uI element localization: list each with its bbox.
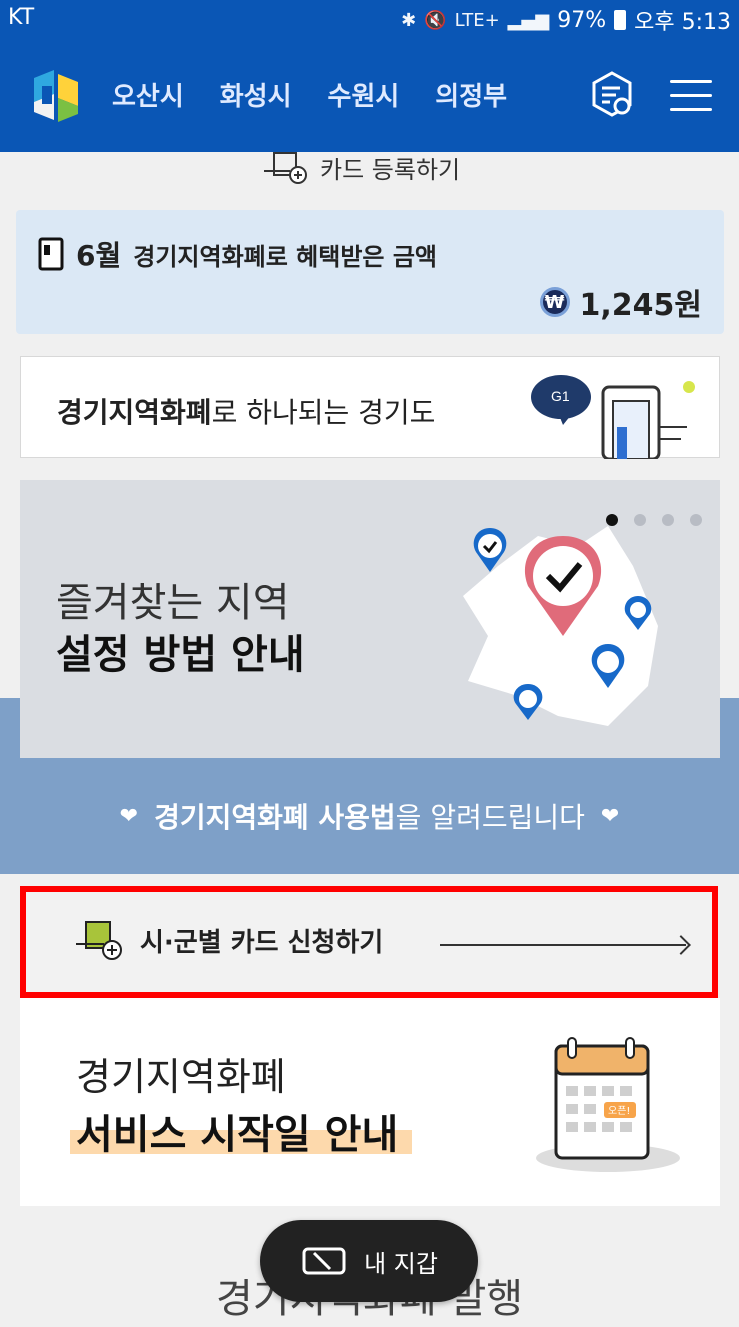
- promo-banner-text: 경기지역화폐로 하나되는 경기도: [57, 391, 435, 431]
- benefit-summary-card[interactable]: 6월 경기지역화폐로 혜택받은 금액 ₩ 1,245원: [16, 210, 724, 334]
- svg-text:G1: G1: [551, 388, 570, 404]
- my-wallet-button[interactable]: 내 지갑: [260, 1220, 478, 1302]
- benefit-month: 6월: [76, 239, 122, 272]
- calendar-icon: 오픈!: [536, 1037, 680, 1172]
- card-add-icon: [264, 151, 307, 184]
- region-nav: 오산시 화성시 수원시 의정부: [112, 76, 507, 113]
- battery-icon: [614, 10, 627, 30]
- bluetooth-icon: ✱: [401, 9, 417, 31]
- heart-icon: ❤: [119, 803, 139, 829]
- nav-item-uijeongbu[interactable]: 의정부: [435, 76, 507, 113]
- carousel-line1: 즐겨찾는 지역: [56, 580, 290, 626]
- calendar-open-badge: 오픈!: [608, 1105, 630, 1117]
- register-card-link[interactable]: 카드 등록하기: [262, 150, 460, 185]
- arrow-right-icon: [440, 944, 686, 946]
- heart-icon: ❤: [600, 803, 620, 829]
- signal-icon: ▂▄▆: [507, 9, 550, 31]
- won-icon: ₩: [539, 287, 570, 317]
- apply-card-label: 시·군별 카드 신청하기: [140, 927, 384, 958]
- benefit-title: 경기지역화폐로 혜택받은 금액: [133, 242, 438, 271]
- carousel-dot[interactable]: [690, 514, 702, 526]
- status-bar: KT ✱ 🔇 LTE+ ▂▄▆ 97% 오후 5:13: [0, 0, 739, 36]
- status-icons: ✱ 🔇 LTE+ ▂▄▆ 97% 오후 5:13: [401, 4, 731, 36]
- apply-card-button[interactable]: 시·군별 카드 신청하기: [20, 886, 718, 998]
- carousel-line2: 설정 방법 안내: [56, 632, 305, 678]
- usage-guide-text: 경기지역화폐 사용법을 알려드립니다: [154, 796, 585, 836]
- card-apply-icon: [76, 921, 122, 960]
- map-pin-illustration: [463, 526, 658, 726]
- clock: 오후 5:13: [634, 10, 731, 35]
- app-header: 오산시 화성시 수원시 의정부: [0, 36, 739, 152]
- usage-guide-link[interactable]: ❤ 경기지역화폐 사용법을 알려드립니다 ❤: [0, 796, 739, 836]
- promo-banner-bold: 경기지역화폐: [57, 396, 212, 429]
- phone-icon: [38, 237, 64, 271]
- my-wallet-label: 내 지갑: [364, 1249, 438, 1278]
- register-card-label: 카드 등록하기: [320, 156, 461, 184]
- service-line2: 서비스 시작일 안내: [76, 1112, 399, 1158]
- nav-item-suwon[interactable]: 수원시: [328, 76, 400, 113]
- hamburger-menu-icon[interactable]: [670, 80, 712, 112]
- mute-icon: 🔇: [424, 9, 447, 31]
- carrier-label: KT: [8, 5, 35, 30]
- nav-item-hwaseong[interactable]: 화성시: [220, 76, 292, 113]
- wallet-icon: [302, 1247, 346, 1275]
- nav-item-osan[interactable]: 오산시: [112, 76, 184, 113]
- settings-list-icon[interactable]: [588, 70, 636, 118]
- promo-banner[interactable]: 경기지역화폐로 하나되는 경기도 G1: [20, 356, 720, 459]
- app-logo[interactable]: [28, 68, 84, 124]
- guide-carousel[interactable]: 즐겨찾는 지역 설정 방법 안내: [20, 480, 720, 758]
- service-start-banner[interactable]: 경기지역화폐 서비스 시작일 안내 오픈!: [20, 998, 720, 1206]
- benefit-amount: 1,245원: [579, 288, 703, 323]
- service-line1: 경기지역화폐: [76, 1055, 286, 1099]
- network-label: LTE+: [454, 9, 500, 31]
- usage-guide-rest: 을 알려드립니다: [395, 801, 585, 834]
- promo-banner-rest: 로 하나되는 경기도: [211, 396, 436, 429]
- usage-guide-bold: 경기지역화폐 사용법: [154, 801, 396, 834]
- kiosk-illustration: G1: [531, 375, 695, 459]
- battery-percent: 97%: [557, 7, 607, 33]
